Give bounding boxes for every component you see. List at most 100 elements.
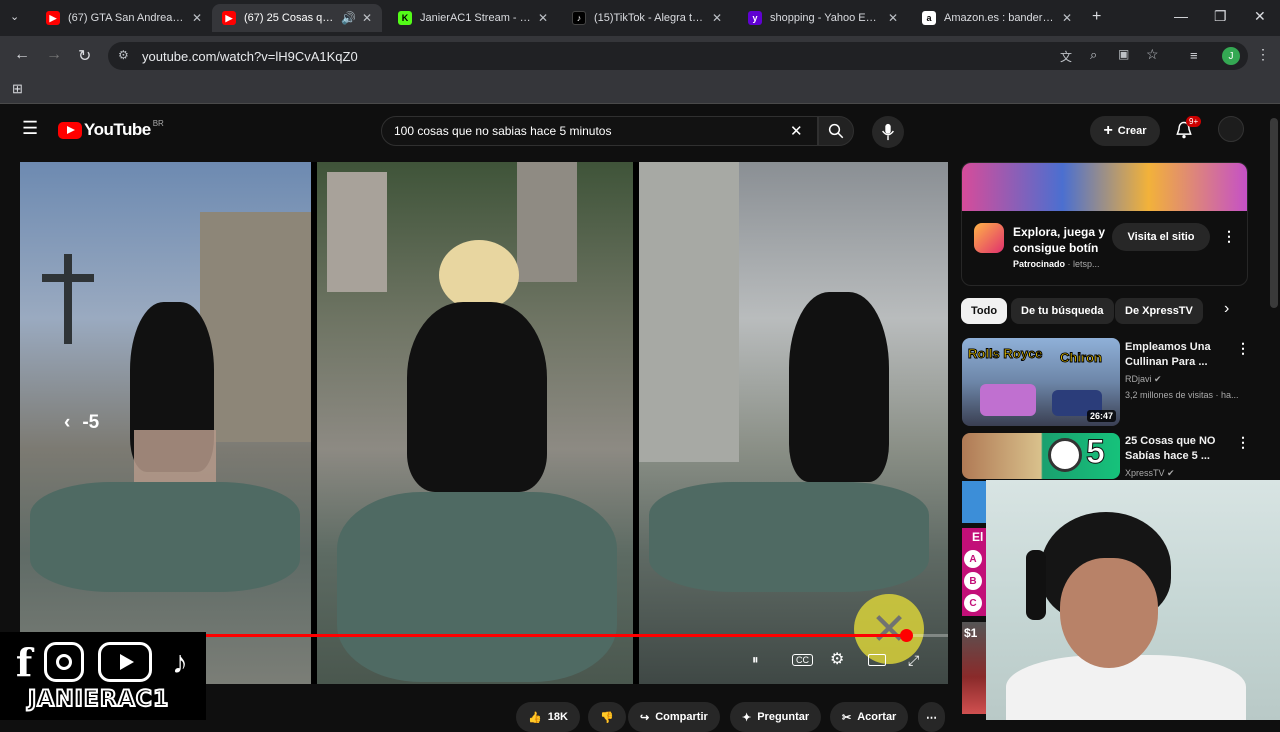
sparkle-icon: ✦ xyxy=(742,711,752,724)
thumb-text: Rolls Royce xyxy=(967,346,1043,362)
browser-tab-6[interactable]: a Amazon.es : bandera p ✕ xyxy=(912,4,1082,32)
more-actions-button[interactable]: ⋯ xyxy=(918,702,945,732)
pause-icon[interactable]: ⏸ xyxy=(752,652,759,668)
youtube-logo[interactable]: YouTube BR xyxy=(58,118,164,140)
rec-channel-2[interactable]: XpressTV ✔ xyxy=(1125,468,1175,479)
tab-search-icon[interactable]: ⌄ xyxy=(10,10,19,23)
browser-tab-3[interactable]: K JanierAC1 Stream - Wat ✕ xyxy=(388,4,558,32)
fullscreen-icon[interactable]: ⤢ xyxy=(908,652,919,669)
ad-more-icon[interactable]: ⋮ xyxy=(1222,228,1236,245)
rec-channel-1[interactable]: RDjavi ✔ xyxy=(1125,374,1162,385)
reload-icon[interactable]: ↻ xyxy=(78,46,91,66)
tiktok-icon: ♪ xyxy=(572,11,586,25)
rec-title-1[interactable]: Empleamos Una Cullinan Para ... xyxy=(1125,340,1233,370)
country-code: BR xyxy=(152,118,164,128)
headset-shape xyxy=(1026,550,1046,620)
tiktok-icon: ♪ xyxy=(172,643,188,680)
chip-from-channel[interactable]: De XpressTV xyxy=(1115,298,1203,324)
create-label: Crear xyxy=(1117,125,1147,137)
dislike-button[interactable]: 👎 xyxy=(588,702,626,732)
close-icon[interactable]: ✕ xyxy=(192,11,202,25)
menu-icon[interactable]: ⋮ xyxy=(1256,46,1270,63)
close-icon[interactable]: ✕ xyxy=(888,11,898,25)
browser-tab-5[interactable]: y shopping - Yahoo Espa ✕ xyxy=(738,4,908,32)
apps-grid-icon[interactable]: ⊞ xyxy=(12,81,23,97)
video-duration: 26:47 xyxy=(1086,410,1116,422)
like-button[interactable]: 👍 18K xyxy=(516,702,580,732)
visit-site-button[interactable]: Visita el sitio xyxy=(1112,223,1210,251)
install-icon[interactable]: ▣ xyxy=(1118,47,1129,61)
search-input[interactable]: 100 cosas que no sabias hace 5 minutos ✕ xyxy=(381,116,818,146)
tomb-shape xyxy=(327,172,387,292)
close-window-icon[interactable]: ✕ xyxy=(1254,8,1266,25)
clip-button[interactable]: ✂ Acortar xyxy=(830,702,909,732)
streamer-webcam xyxy=(986,480,1280,720)
partial-thumbnail[interactable] xyxy=(962,481,986,523)
rec-title-2[interactable]: 25 Cosas que NO Sabías hace 5 ... xyxy=(1125,434,1233,464)
partial-thumbnail[interactable]: $1 xyxy=(962,622,986,714)
subtitles-icon[interactable]: CC xyxy=(792,654,813,666)
tab-title: JanierAC1 Stream - Wat xyxy=(420,12,532,24)
zoom-icon[interactable]: ⌕ xyxy=(1090,47,1097,63)
cross-shape xyxy=(42,274,94,282)
reading-list-icon[interactable]: ≡ xyxy=(1190,48,1198,63)
profile-avatar[interactable]: J xyxy=(1222,47,1240,65)
ad-title: Explora, juega y consigue botín xyxy=(1013,225,1106,255)
minimize-icon[interactable]: — xyxy=(1174,8,1188,24)
close-icon[interactable]: ✕ xyxy=(362,11,372,25)
new-tab-button[interactable]: + xyxy=(1092,8,1101,26)
voice-search-button[interactable] xyxy=(872,116,904,148)
statue-shape xyxy=(649,482,929,592)
yahoo-icon: y xyxy=(748,11,762,25)
translate-icon[interactable]: 文 xyxy=(1060,48,1072,65)
url-text: youtube.com/watch?v=lH9CvA1KqZ0 xyxy=(142,48,358,64)
rec-thumbnail-2[interactable]: 5 xyxy=(962,433,1120,479)
close-icon[interactable]: ✕ xyxy=(712,11,722,25)
theater-mode-icon[interactable] xyxy=(868,654,886,666)
microphone-icon xyxy=(882,123,894,141)
chevron-right-icon[interactable]: › xyxy=(1224,300,1229,318)
tab-title: (15)TikTok - Alegra tu d xyxy=(594,12,706,24)
option-badge: C xyxy=(964,594,982,612)
ask-button[interactable]: ✦ Preguntar xyxy=(730,702,822,732)
plus-icon: + xyxy=(1103,122,1113,139)
site-info-icon[interactable]: ⚙ xyxy=(118,48,129,62)
channel-name: XpressTV xyxy=(1125,468,1165,478)
settings-gear-icon[interactable]: ⚙ xyxy=(830,649,844,669)
rec-thumbnail-1[interactable]: Rolls Royce Chiron 26:47 xyxy=(962,338,1120,426)
close-icon[interactable]: ✕ xyxy=(1062,11,1072,25)
clear-search-icon[interactable]: ✕ xyxy=(790,122,803,140)
share-button[interactable]: ↪ Compartir xyxy=(628,702,720,732)
like-count: 18K xyxy=(547,711,568,723)
rec-more-icon[interactable]: ⋮ xyxy=(1236,434,1250,451)
forward-icon[interactable]: → xyxy=(46,46,62,64)
chip-from-search[interactable]: De tu búsqueda xyxy=(1011,298,1114,324)
ad-banner-image xyxy=(962,163,1247,211)
scissors-icon: ✂ xyxy=(842,711,852,724)
restore-icon[interactable]: ❐ xyxy=(1214,8,1227,25)
back-icon[interactable]: ← xyxy=(14,46,30,64)
person-figure xyxy=(789,292,889,482)
bookmarks-bar: ⊞ xyxy=(0,76,1280,104)
sponsored-ad-card[interactable]: Explora, juega y consigue botín Patrocin… xyxy=(961,162,1248,286)
search-icon xyxy=(828,123,844,139)
account-avatar[interactable] xyxy=(1218,116,1244,142)
bookmark-star-icon[interactable]: ☆ xyxy=(1146,46,1159,63)
speaker-icon[interactable]: 🔊 xyxy=(341,11,356,25)
hamburger-menu-icon[interactable]: ☰ xyxy=(22,118,38,139)
page-scrollbar[interactable] xyxy=(1270,118,1278,308)
notification-badge: 9+ xyxy=(1186,116,1202,127)
create-button[interactable]: + Crear xyxy=(1090,116,1160,146)
url-field[interactable]: ⚙ youtube.com/watch?v=lH9CvA1KqZ0 文 ⌕ ▣ … xyxy=(108,42,1248,70)
ad-app-icon xyxy=(974,223,1004,253)
browser-tab-4[interactable]: ♪ (15)TikTok - Alegra tu d ✕ xyxy=(562,4,732,32)
close-icon[interactable]: ✕ xyxy=(538,11,548,25)
video-player[interactable]: ‹ -5 ✕ ⏸ CC ⚙ ⤢ xyxy=(20,162,948,684)
chip-all[interactable]: Todo xyxy=(961,298,1008,324)
browser-tab-1[interactable]: ▶ (67) GTA San Andreas T ✕ xyxy=(36,4,212,32)
youtube-play-icon xyxy=(58,121,82,139)
browser-tab-2[interactable]: ▶ (67) 25 Cosas que N 🔊 ✕ xyxy=(212,4,382,32)
partial-thumbnail[interactable]: El A B C xyxy=(962,528,986,616)
search-button[interactable] xyxy=(818,116,854,146)
rec-more-icon[interactable]: ⋮ xyxy=(1236,340,1250,357)
